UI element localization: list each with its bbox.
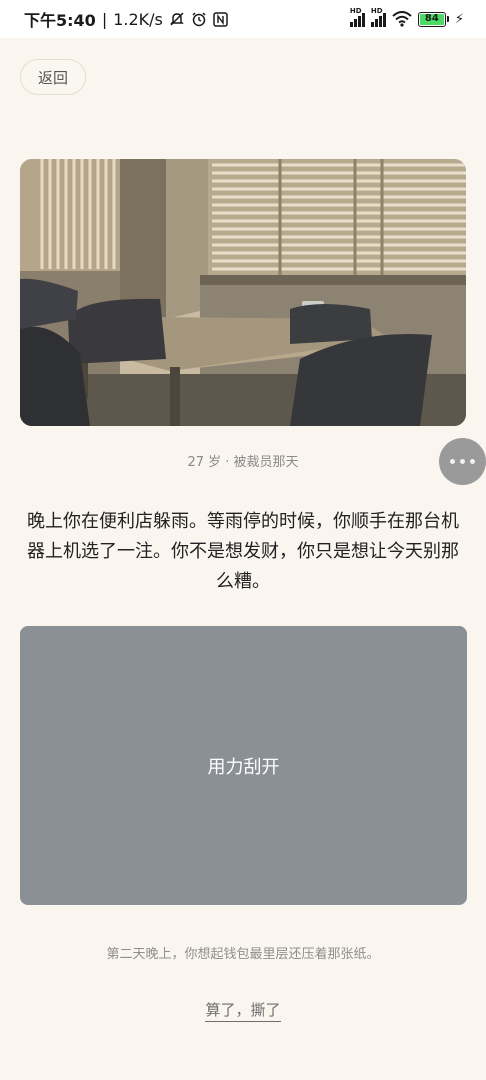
dot-icon bbox=[450, 459, 455, 464]
scene-illustration bbox=[20, 159, 466, 426]
signal-icon-2: HD bbox=[370, 7, 386, 27]
nfc-icon bbox=[213, 11, 228, 27]
tear-it-link[interactable]: 算了，撕了 bbox=[205, 1001, 281, 1022]
signal-icon: HD bbox=[349, 7, 365, 27]
status-left: 下午5:40 | 1.2K/s bbox=[24, 7, 228, 31]
status-time: 下午5:40 bbox=[24, 11, 96, 30]
sim2-label: HD bbox=[370, 7, 383, 15]
dot-icon bbox=[460, 459, 465, 464]
status-divider: | bbox=[101, 9, 108, 29]
scene-caption: 27 岁 · 被裁员那天 bbox=[187, 455, 299, 470]
tear-link-container: 算了，撕了 bbox=[0, 999, 486, 1022]
scratch-card-label: 用力刮开 bbox=[207, 756, 280, 778]
battery-icon: 84 bbox=[417, 11, 449, 27]
mute-icon bbox=[170, 12, 184, 26]
status-bar: 下午5:40 | 1.2K/s HD HD 84 ⚡ bbox=[0, 0, 486, 38]
wifi-icon bbox=[392, 11, 412, 27]
dot-icon bbox=[470, 459, 475, 464]
battery-level: 84 bbox=[419, 13, 444, 25]
story-text: 晚上你在便利店躲雨。等雨停的时候，你顺手在那台机器上机选了一注。你不是想发财，你… bbox=[27, 511, 459, 592]
hint-text: 第二天晚上，你想起钱包最里层还压着那张纸。 bbox=[106, 947, 380, 962]
status-right: HD HD 84 ⚡ bbox=[349, 7, 464, 27]
sim1-label: HD bbox=[349, 7, 362, 15]
more-options-button[interactable] bbox=[439, 438, 486, 485]
charging-icon: ⚡ bbox=[454, 11, 464, 27]
back-button[interactable]: 返回 bbox=[20, 59, 86, 95]
net-speed: 1.2K/s bbox=[113, 9, 163, 29]
alarm-icon bbox=[192, 12, 206, 27]
scratch-card[interactable]: 用力刮开 bbox=[20, 626, 467, 905]
